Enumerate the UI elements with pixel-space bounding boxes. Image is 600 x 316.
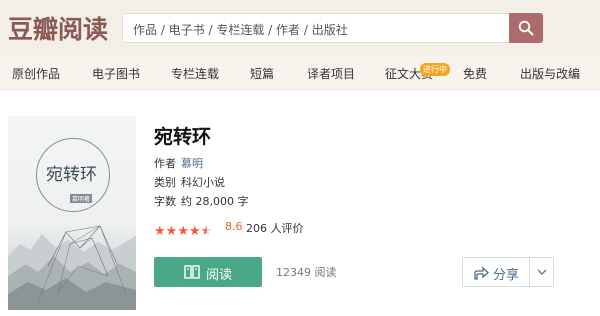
nav-item-translator[interactable]: 译者项目 (307, 65, 355, 82)
star-icon: ★ (177, 224, 189, 239)
rating-count[interactable]: 206 人评价 (246, 220, 304, 236)
cover-title: 宛转环 (46, 165, 97, 185)
share-icon (474, 266, 489, 280)
read-count: 12349 阅读 (276, 266, 337, 279)
wordcount-key: 字数 (154, 195, 176, 208)
cover-author: 慕明著 (70, 194, 93, 203)
nav-item-ebooks[interactable]: 电子图书 (92, 65, 140, 82)
nav-item-columns[interactable]: 专栏连载 (171, 65, 219, 82)
nav-item-original[interactable]: 原创作品 (12, 65, 60, 82)
site-header: 豆瓣阅读 作品 / 电子书 / 专栏连载 / 作者 / 出版社 (0, 0, 600, 56)
rating-stars: ★★★★★ (154, 220, 212, 239)
chevron-down-icon (537, 269, 547, 275)
book-title: 宛转环 (154, 126, 212, 148)
star-icon: ★ (154, 224, 166, 239)
read-button[interactable]: 阅读 (154, 257, 262, 287)
nav-item-free[interactable]: 免费 (463, 65, 487, 82)
wordcount-row: 字数约 28,000 字 (154, 193, 248, 209)
category-link[interactable]: 科幻小说 (181, 176, 225, 189)
author-key: 作者 (154, 157, 176, 170)
share-button-label: 分享 (493, 268, 520, 283)
share-more-button[interactable] (529, 257, 554, 287)
search-placeholder: 作品 / 电子书 / 专栏连载 / 作者 / 出版社 (133, 23, 348, 37)
wordcount-value: 约 28,000 字 (181, 195, 249, 208)
nav-item-short[interactable]: 短篇 (250, 65, 274, 82)
star-icon: ★ (165, 224, 178, 239)
search-input[interactable]: 作品 / 电子书 / 专栏连载 / 作者 / 出版社 (122, 13, 510, 43)
category-key: 类别 (154, 176, 176, 189)
contest-status-badge: 进行中 (420, 63, 450, 76)
half-star-icon: ★ (200, 224, 213, 239)
share-button[interactable]: 分享 (462, 257, 530, 287)
author-row: 作者 慕明 (154, 155, 203, 171)
category-row: 类别 科幻小说 (154, 174, 225, 190)
star-icon: ★ (188, 224, 201, 239)
search-button[interactable] (509, 13, 543, 43)
main-nav: 原创作品 电子图书 专栏连载 短篇 译者项目 征文大赛 进行中 免费 出版与改编 (0, 56, 600, 90)
read-button-label: 阅读 (206, 268, 233, 283)
author-link[interactable]: 慕明 (181, 157, 203, 170)
nav-item-publishing[interactable]: 出版与改编 (520, 65, 580, 82)
search-icon (518, 20, 534, 36)
rating-score: 8.6 (225, 220, 243, 233)
book-icon (184, 265, 200, 279)
site-logo[interactable]: 豆瓣阅读 (8, 10, 108, 46)
book-cover[interactable]: 宛转环 慕明著 (8, 116, 136, 310)
